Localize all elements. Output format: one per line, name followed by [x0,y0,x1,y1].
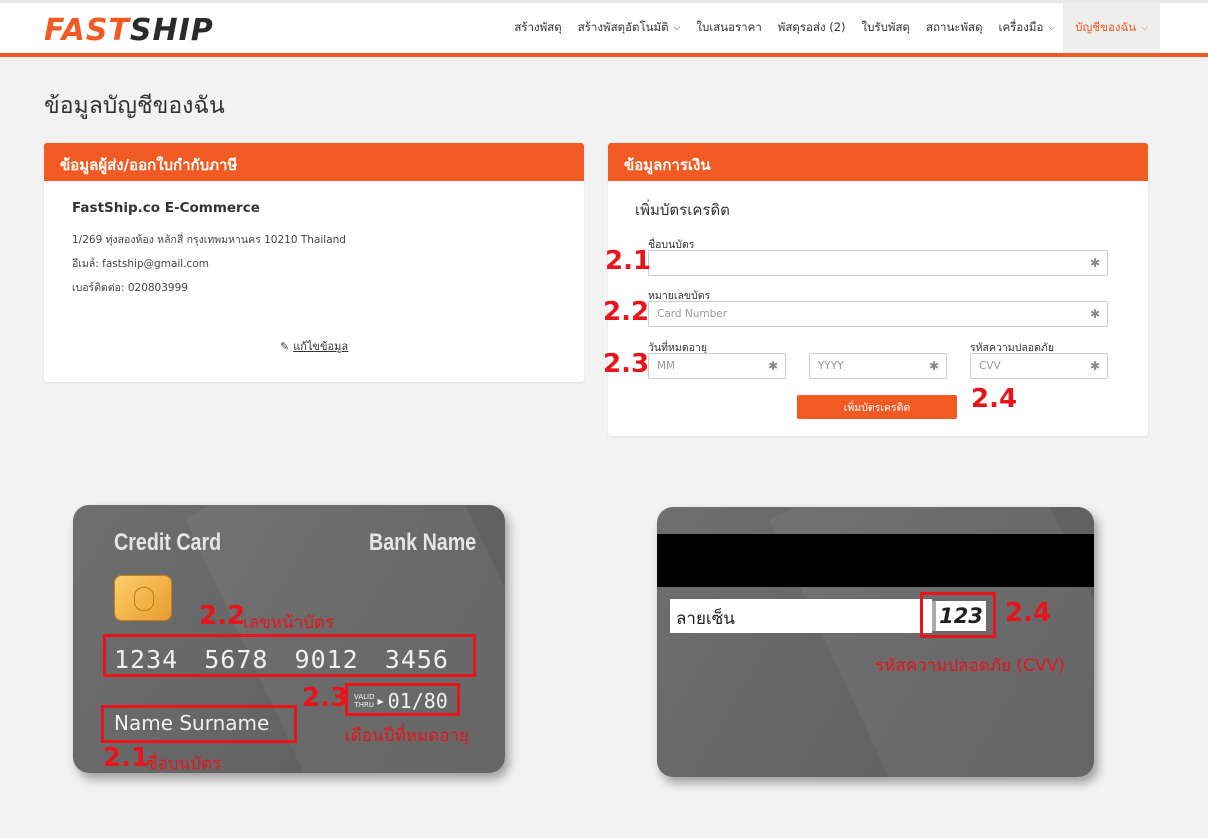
nav-pending-parcels[interactable]: พัสดุรอส่ง (2) [770,3,854,53]
nav-auto-create-parcel[interactable]: สร้างพัสดุอัตโนมัติ ⌵ [570,3,689,53]
expiry-year-input[interactable]: YYYY ✱ [809,353,947,379]
card-name-input[interactable]: ✱ [648,250,1108,276]
card-chip-icon [114,575,172,621]
add-credit-card-button[interactable]: เพิ่มบัตรเครดิต [797,395,957,419]
nav-receipts[interactable]: ใบรับพัสดุ [854,3,918,53]
nav-tools[interactable]: เครื่องมือ ⌵ [991,3,1064,53]
chevron-down-icon: ⌵ [1141,23,1148,33]
chevron-down-icon: ⌵ [673,23,681,33]
required-icon: ✱ [1089,359,1100,373]
marker-2-2: 2.2 [603,297,650,327]
expiry-month-input[interactable]: MM ✱ [648,353,786,379]
top-header: FASTSHIP สร้างพัสดุ สร้างพัสดุอัตโนมัติ ⌵… [0,0,1208,57]
sender-company: FastShip.co E-Commerce [72,200,260,216]
highlight-card-holder [101,705,297,743]
page-title: ข้อมูลบัญชีของฉัน [44,93,225,119]
required-icon: ✱ [1089,307,1100,321]
credit-card-back-illustration: ลายเซ็น 123 [657,507,1094,777]
card-title: Credit Card [114,529,222,556]
marker-2-1-card: 2.1 [103,743,150,773]
cvv-input[interactable]: CVV ✱ [970,353,1108,379]
required-icon: ✱ [1089,256,1100,270]
chevron-down-icon: ⌵ [1048,23,1056,33]
card-bank-name: Bank Name [369,529,477,556]
payment-panel: ข้อมูลการเงิน เพิ่มบัตรเครดิต ชื่อบนบัตร… [608,143,1148,436]
edit-info-link[interactable]: ✎ แก้ไขข้อมูล [280,337,348,355]
marker-2-3-card: 2.3 [302,683,349,713]
marker-2-2-card: 2.2 [199,601,246,631]
nav-parcel-status[interactable]: สถานะพัสดุ [918,3,991,53]
nav-create-parcel[interactable]: สร้างพัสดุ [506,3,569,53]
main-nav: สร้างพัสดุ สร้างพัสดุอัตโนมัติ ⌵ ใบเสนอรา… [506,3,1160,53]
highlight-card-expiry [345,683,460,716]
payment-panel-heading: ข้อมูลการเงิน [608,143,1148,181]
sender-panel: ข้อมูลผู้ส่ง/ออกใบกำกับภาษี FastShip.co … [44,143,584,382]
highlight-card-number [103,634,476,677]
note-card-number: เลขหน้าบัตร [243,613,335,633]
marker-2-3: 2.3 [603,349,650,379]
note-card-expiry: เดือนปีที่หมดอายุ [345,726,469,746]
note-card-holder: ชื่อบนบัตร [146,754,222,774]
note-cvv: รหัสความปลอดภัย (CVV) [875,656,1065,676]
add-card-heading: เพิ่มบัตรเครดิต [635,201,730,219]
edit-icon: ✎ [280,340,290,353]
fastship-logo[interactable]: FASTSHIP [44,13,214,48]
marker-2-1: 2.1 [605,246,652,276]
nav-quotation[interactable]: ใบเสนอราคา [688,3,769,53]
sender-phone: เบอร์ติดต่อ: 020803999 [72,282,188,294]
required-icon: ✱ [767,359,778,373]
sender-address: 1/269 ทุ่งสองห้อง หลักสี่ กรุงเทพมหานคร … [72,234,346,246]
marker-2-4-card: 2.4 [1005,598,1052,628]
nav-my-account[interactable]: บัญชีของฉัน ⌵ [1063,3,1160,53]
signature-strip: ลายเซ็น [670,599,932,633]
magnetic-stripe [657,534,1094,587]
highlight-cvv [920,592,996,638]
marker-2-4: 2.4 [971,384,1018,414]
card-number-input[interactable]: Card Number ✱ [648,301,1108,327]
required-icon: ✱ [928,359,939,373]
sender-email: อีเมล์: fastship@gmail.com [72,258,209,270]
sender-panel-heading: ข้อมูลผู้ส่ง/ออกใบกำกับภาษี [44,143,584,181]
